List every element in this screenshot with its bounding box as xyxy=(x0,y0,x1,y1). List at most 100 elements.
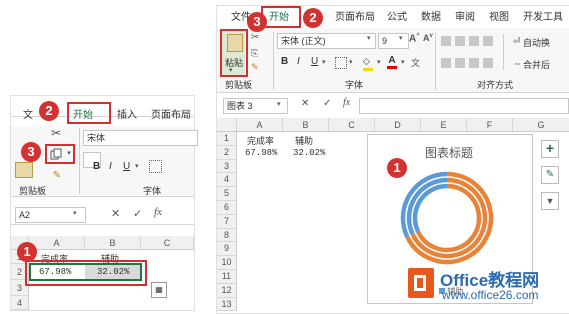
home-tab-highlight xyxy=(261,6,301,28)
cancel-icon[interactable]: ✕ xyxy=(111,207,120,220)
tab-file[interactable]: 文 xyxy=(23,106,33,126)
tab-review[interactable]: 审阅 xyxy=(455,8,475,28)
step-badge-2: 2 xyxy=(303,8,323,28)
font-size-box[interactable]: 9 xyxy=(378,33,409,49)
enter-icon[interactable]: ✓ xyxy=(133,207,142,220)
doughnut-chart[interactable] xyxy=(397,168,497,268)
chevron-down-icon[interactable]: ▾ xyxy=(401,58,405,66)
tab-page-layout[interactable]: 页面布局 xyxy=(335,8,375,28)
wrap-text-button[interactable]: 自动换 xyxy=(523,36,550,49)
format-painter-icon[interactable]: ✎ xyxy=(251,62,259,73)
chart-styles-button[interactable]: ✎ xyxy=(541,166,559,184)
row-header-2[interactable]: 2 xyxy=(217,145,237,160)
cell-b1[interactable]: 辅助 xyxy=(295,134,313,147)
cell-b2[interactable]: 32.02% xyxy=(293,148,325,158)
row-header-12[interactable]: 12 xyxy=(217,283,237,298)
font-shrink-icon[interactable]: Av xyxy=(423,33,433,43)
row-header-1[interactable]: 1 xyxy=(217,132,237,146)
bold-button[interactable]: B xyxy=(281,56,288,67)
chevron-down-icon[interactable]: ▾ xyxy=(135,162,139,170)
chart-elements-button[interactable]: + xyxy=(541,140,559,158)
home-tab-highlight xyxy=(67,102,111,124)
chevron-down-icon[interactable]: ▾ xyxy=(349,58,353,66)
cut-icon[interactable]: ✂ xyxy=(251,32,259,43)
row-header-8[interactable]: 8 xyxy=(217,228,237,243)
bold-button[interactable]: B xyxy=(93,161,100,172)
tab-view[interactable]: 视图 xyxy=(489,8,509,28)
align-top-icon[interactable] xyxy=(441,36,495,46)
font-name-box[interactable]: 宋体 xyxy=(83,130,198,146)
group-clipboard: 剪贴板 xyxy=(19,186,47,196)
merge-button[interactable]: 合并后 xyxy=(523,58,550,71)
col-header-f[interactable]: F xyxy=(467,118,513,132)
col-header-c[interactable]: C xyxy=(141,236,194,250)
col-header-c[interactable]: C xyxy=(329,118,375,132)
cancel-icon[interactable]: ✕ xyxy=(301,98,309,109)
row-header-5[interactable]: 5 xyxy=(217,187,237,201)
chevron-down-icon[interactable]: ▾ xyxy=(399,34,403,42)
watermark: Office教程网 www.office26.com xyxy=(408,264,568,308)
phonetic-icon[interactable]: 文 xyxy=(411,56,420,69)
cell-a2[interactable]: 67.98% xyxy=(245,148,277,158)
font-color-icon[interactable]: A xyxy=(387,55,397,69)
tab-insert[interactable]: 插入 xyxy=(117,106,137,126)
wrap-text-icon[interactable]: ⏎ xyxy=(513,36,521,47)
tab-page-layout[interactable]: 页面布局 xyxy=(151,106,191,126)
merge-icon[interactable]: ⇔ xyxy=(513,58,522,68)
copy-icon[interactable]: ⎘ xyxy=(251,48,258,59)
row-header-4[interactable]: 4 xyxy=(11,296,29,310)
row-header-10[interactable]: 10 xyxy=(217,256,237,270)
cell-a1[interactable]: 完成率 xyxy=(247,134,274,147)
corner[interactable] xyxy=(217,118,237,132)
chevron-down-icon[interactable]: ▾ xyxy=(322,58,326,66)
border-icon[interactable] xyxy=(335,57,347,69)
function-icon[interactable]: fx xyxy=(154,206,162,218)
row-header-13[interactable]: 13 xyxy=(217,297,237,312)
tab-formulas[interactable]: 公式 xyxy=(387,8,407,28)
function-icon[interactable]: fx xyxy=(343,97,350,108)
border-icon[interactable] xyxy=(149,160,162,173)
row-header-3[interactable]: 3 xyxy=(217,159,237,174)
font-grow-icon[interactable]: A^ xyxy=(409,33,420,44)
underline-button[interactable]: U xyxy=(123,161,130,172)
quick-analysis-icon[interactable]: ▦ xyxy=(151,282,167,298)
chart-filter-button[interactable]: ▼ xyxy=(541,192,559,210)
row-header-11[interactable]: 11 xyxy=(217,270,237,284)
chevron-down-icon[interactable]: ▾ xyxy=(73,209,77,217)
col-header-a[interactable]: A xyxy=(29,236,85,250)
cut-icon[interactable]: ✂ xyxy=(49,126,63,140)
formula-input[interactable] xyxy=(359,98,569,114)
copy-highlight xyxy=(45,144,75,164)
chevron-down-icon[interactable]: ▾ xyxy=(367,34,371,42)
doughnut-segment-1-0[interactable] xyxy=(410,177,488,259)
fill-color-icon[interactable]: ◇ xyxy=(363,56,373,71)
enter-icon[interactable]: ✓ xyxy=(323,98,331,109)
col-header-a[interactable]: A xyxy=(237,118,283,132)
italic-button[interactable]: I xyxy=(297,56,300,67)
col-header-b[interactable]: B xyxy=(85,236,141,250)
row-header-4[interactable]: 4 xyxy=(217,173,237,188)
align-left-icon[interactable] xyxy=(441,58,495,68)
office-logo-icon xyxy=(408,268,434,298)
col-header-e[interactable]: E xyxy=(421,118,467,132)
paste-highlight xyxy=(220,29,248,77)
format-painter-icon[interactable]: ✎ xyxy=(51,170,63,181)
watermark-url: www.office26.com xyxy=(442,288,539,302)
col-header-b[interactable]: B xyxy=(283,118,329,132)
tab-data[interactable]: 数据 xyxy=(421,8,441,28)
col-header-d[interactable]: D xyxy=(375,118,421,132)
italic-button[interactable]: I xyxy=(109,161,112,172)
chevron-down-icon[interactable]: ▾ xyxy=(377,58,381,66)
ribbon-separator xyxy=(503,34,504,70)
row-header-7[interactable]: 7 xyxy=(217,214,237,229)
font-name-box[interactable]: 宋体 (正文) xyxy=(277,33,376,49)
row-header-6[interactable]: 6 xyxy=(217,201,237,215)
step-badge-3: 3 xyxy=(247,12,267,32)
row-header-9[interactable]: 9 xyxy=(217,242,237,257)
tab-developer[interactable]: 开发工具 xyxy=(523,8,563,28)
chevron-down-icon[interactable]: ▾ xyxy=(277,100,281,108)
col-header-g[interactable]: G xyxy=(513,118,569,132)
paste-icon-partial[interactable] xyxy=(15,162,33,178)
office-logo-inner xyxy=(414,275,426,291)
underline-button[interactable]: U xyxy=(311,56,318,67)
